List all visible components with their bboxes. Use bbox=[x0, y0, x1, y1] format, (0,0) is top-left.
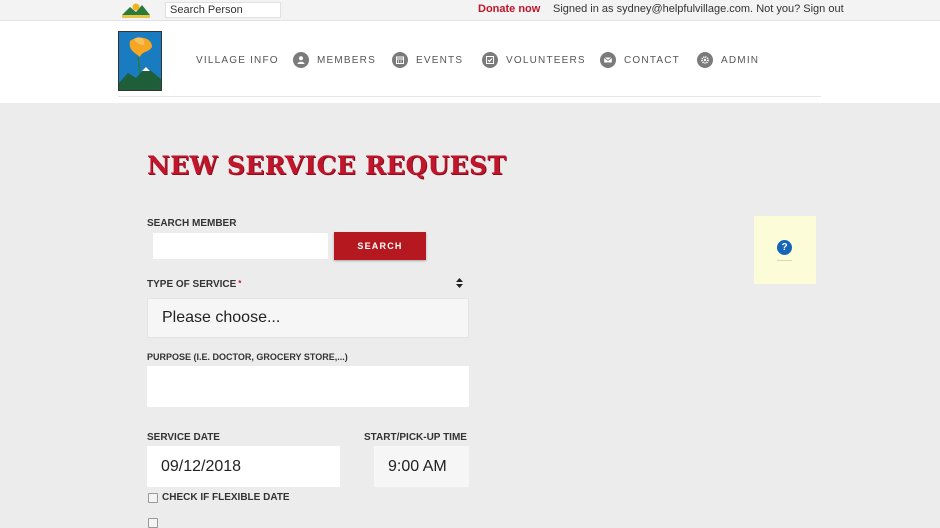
search-member-label: SEARCH MEMBER bbox=[147, 218, 237, 229]
mail-icon bbox=[600, 52, 616, 68]
helpful-village-mini-logo[interactable] bbox=[120, 1, 152, 19]
help-question-icon[interactable]: ? bbox=[777, 240, 792, 255]
nav-admin[interactable]: ADMIN bbox=[697, 51, 759, 69]
search-member-input[interactable] bbox=[153, 233, 328, 259]
purpose-label: PURPOSE (I.E. DOCTOR, GROCERY STORE,...) bbox=[147, 352, 348, 362]
type-of-service-value: Please choose... bbox=[162, 309, 281, 326]
start-time-label: START/PICK-UP TIME bbox=[364, 432, 467, 443]
type-of-service-label-text: TYPE OF SERVICE bbox=[147, 279, 237, 290]
service-date-label: SERVICE DATE bbox=[147, 432, 220, 443]
sort-arrows-icon[interactable] bbox=[455, 277, 464, 289]
help-divider bbox=[777, 260, 792, 261]
nav-members[interactable]: MEMBERS bbox=[293, 51, 376, 69]
gear-icon bbox=[697, 52, 713, 68]
nav-volunteers[interactable]: VOLUNTEERS bbox=[482, 51, 586, 69]
extra-checkbox[interactable] bbox=[148, 518, 158, 528]
person-icon bbox=[293, 52, 309, 68]
nav-village-info[interactable]: VILLAGE INFO bbox=[196, 51, 279, 69]
start-time-value: 9:00 AM bbox=[388, 457, 447, 475]
type-of-service-label: TYPE OF SERVICE * bbox=[147, 279, 241, 290]
nav-events[interactable]: EVENTS bbox=[392, 51, 463, 69]
donate-now-link[interactable]: Donate now bbox=[478, 3, 540, 15]
type-of-service-select[interactable]: Please choose... bbox=[147, 298, 469, 338]
nav-members-label: MEMBERS bbox=[317, 54, 376, 66]
start-time-input[interactable]: 9:00 AM bbox=[374, 446, 469, 487]
flexible-date-label: CHECK IF FLEXIBLE DATE bbox=[162, 492, 290, 503]
signed-in-text: Signed in as sydney@helpfulvillage.com. bbox=[553, 3, 754, 15]
nav-volunteers-label: VOLUNTEERS bbox=[506, 54, 586, 66]
not-you-text: Not you? bbox=[756, 3, 801, 15]
nav-contact[interactable]: CONTACT bbox=[600, 51, 680, 69]
extra-checkbox-row[interactable] bbox=[148, 518, 162, 528]
village-logo[interactable] bbox=[118, 31, 162, 91]
signed-in-status: Signed in as sydney@helpfulvillage.com. … bbox=[553, 3, 844, 15]
nav-village-info-label: VILLAGE INFO bbox=[196, 54, 279, 66]
nav-contact-label: CONTACT bbox=[624, 54, 680, 66]
flexible-date-checkbox[interactable] bbox=[148, 492, 158, 503]
header-divider bbox=[118, 96, 821, 97]
search-member-button[interactable]: SEARCH bbox=[334, 232, 426, 260]
page-title: NEW SERVICE REQUEST bbox=[147, 151, 507, 180]
flexible-date-row[interactable]: CHECK IF FLEXIBLE DATE bbox=[148, 492, 290, 503]
search-person-input[interactable] bbox=[165, 2, 281, 18]
checkbox-icon bbox=[482, 52, 498, 68]
sign-out-link[interactable]: Sign out bbox=[803, 3, 843, 15]
service-date-input[interactable]: 09/12/2018 bbox=[147, 446, 340, 487]
service-date-value: 09/12/2018 bbox=[161, 457, 242, 475]
nav-admin-label: ADMIN bbox=[721, 54, 760, 66]
purpose-input[interactable] bbox=[147, 366, 469, 407]
nav-events-label: EVENTS bbox=[416, 54, 464, 66]
calendar-icon bbox=[392, 52, 408, 68]
required-marker: * bbox=[238, 279, 242, 288]
